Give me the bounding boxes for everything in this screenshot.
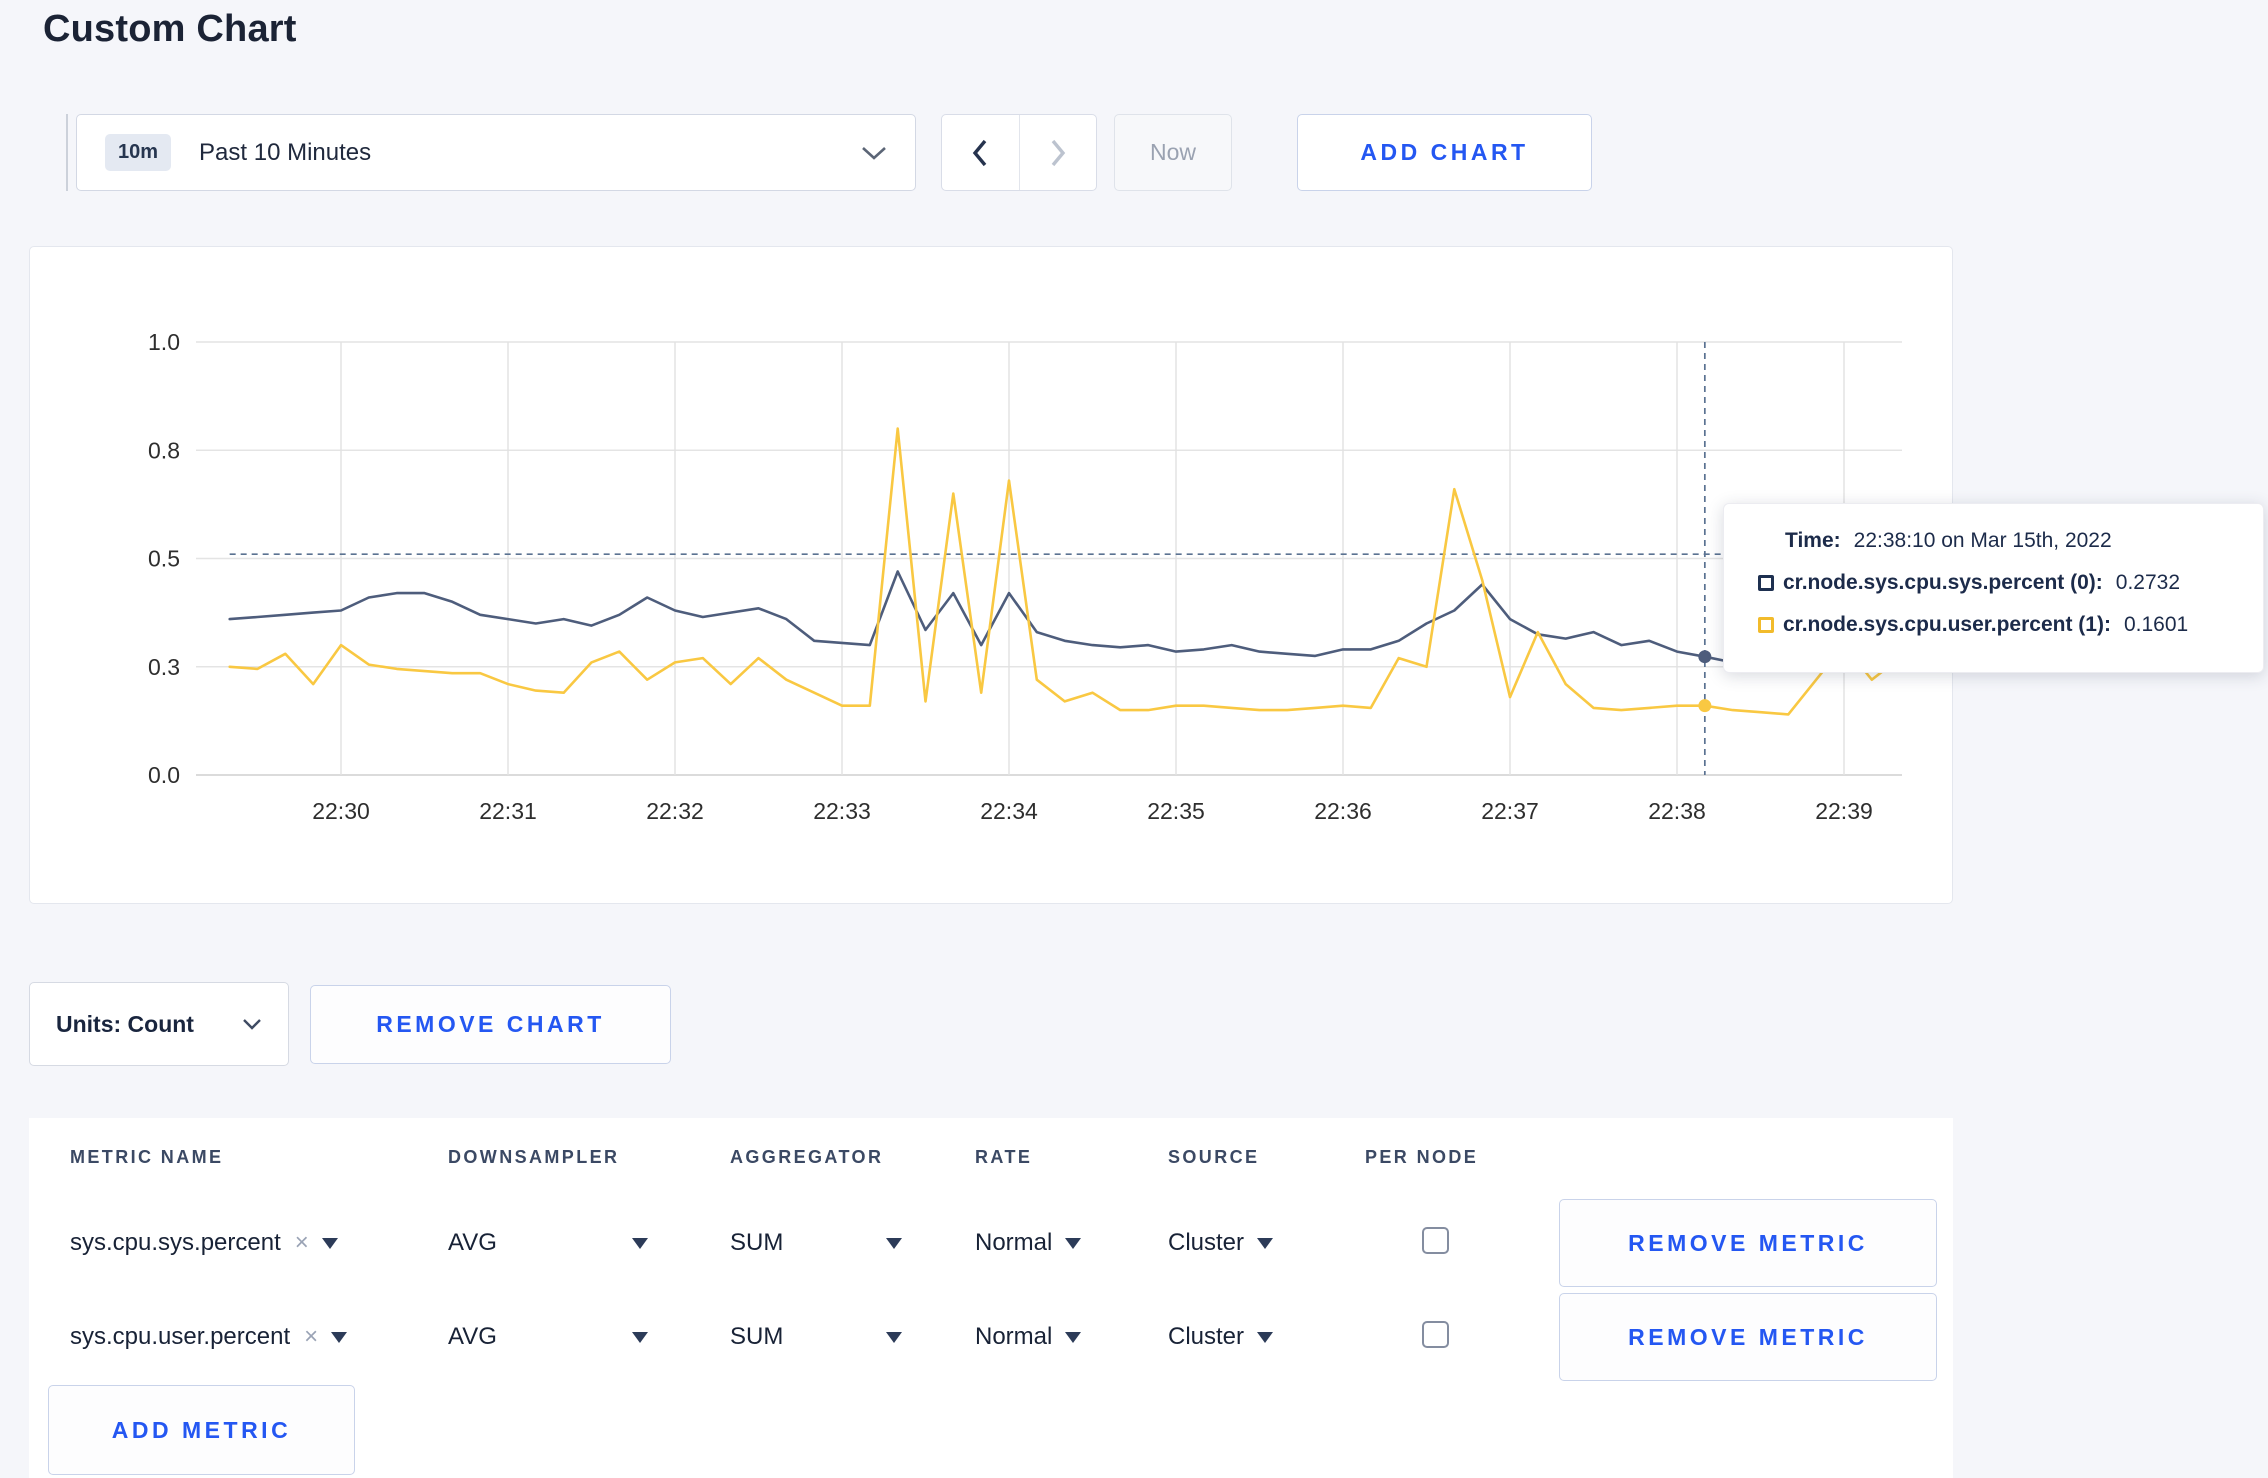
aggregator-select[interactable]: SUM xyxy=(730,1229,902,1257)
downsampler-value: AVG xyxy=(448,1323,497,1350)
page-title: Custom Chart xyxy=(43,8,297,50)
per-node-checkbox[interactable] xyxy=(1422,1321,1449,1348)
x-axis-tick-label: 22:39 xyxy=(1815,798,1873,824)
dropdown-arrow-icon xyxy=(331,1331,348,1343)
x-axis-tick-label: 22:37 xyxy=(1481,798,1539,824)
remove-chart-button[interactable]: REMOVE CHART xyxy=(310,985,671,1064)
metric-row: sys.cpu.sys.percent × AVG SUM Normal Clu… xyxy=(29,1196,1953,1290)
dropdown-arrow-icon xyxy=(632,1237,648,1249)
chart-tooltip: Time: 22:38:10 on Mar 15th, 2022 cr.node… xyxy=(1723,503,2264,673)
dropdown-arrow-icon xyxy=(321,1237,338,1249)
y-axis-tick-label: 1.0 xyxy=(148,329,180,355)
chevron-down-icon xyxy=(862,146,886,160)
tooltip-series-label: cr.node.sys.cpu.user.percent (1): xyxy=(1783,613,2111,636)
metric-row: sys.cpu.user.percent × AVG SUM Normal Cl… xyxy=(29,1290,1953,1384)
tooltip-time-value: 22:38:10 on Mar 15th, 2022 xyxy=(1853,529,2112,552)
time-range-badge: 10m xyxy=(105,134,172,171)
series-user-swatch-icon xyxy=(1758,617,1774,633)
y-axis-tick-label: 0.3 xyxy=(148,654,180,680)
metric-name-value: sys.cpu.user.percent xyxy=(70,1323,291,1350)
series-line-0 xyxy=(228,570,1901,664)
aggregator-value: SUM xyxy=(730,1229,784,1256)
units-select-label: Units: Count xyxy=(56,1010,194,1037)
remove-metric-button[interactable]: REMOVE METRIC xyxy=(1559,1199,1937,1287)
clear-metric-icon[interactable]: × xyxy=(295,1229,309,1257)
custom-chart-page: Custom Chart 10m Past 10 Minutes Now ADD… xyxy=(0,0,2268,1478)
dropdown-arrow-icon xyxy=(1257,1331,1274,1343)
chart-plot[interactable]: 0.0 0.3 0.5 0.8 1.0 22:30 22:31 22:32 22:33 22:34… xyxy=(30,247,1952,903)
prev-time-button[interactable] xyxy=(942,115,1020,190)
col-header-aggregator: AGGREGATOR xyxy=(730,1146,884,1167)
source-select[interactable]: Cluster xyxy=(1168,1229,1274,1257)
tooltip-series-row: cr.node.sys.cpu.sys.percent (0): 0.2732 xyxy=(1758,571,2263,595)
x-axis-tick-label: 22:38 xyxy=(1648,798,1706,824)
tooltip-series-label: cr.node.sys.cpu.sys.percent (0): xyxy=(1783,571,2103,594)
rate-value: Normal xyxy=(975,1323,1053,1350)
tooltip-series-row: cr.node.sys.cpu.user.percent (1): 0.1601 xyxy=(1758,613,2263,637)
x-axis-tick-label: 22:33 xyxy=(813,798,871,824)
metric-name-select[interactable]: sys.cpu.sys.percent × xyxy=(70,1229,448,1257)
y-axis-tick-label: 0.8 xyxy=(148,437,180,463)
dropdown-arrow-icon xyxy=(886,1331,902,1343)
hover-point xyxy=(1698,699,1712,713)
clear-metric-icon[interactable]: × xyxy=(304,1323,318,1351)
rate-value: Normal xyxy=(975,1229,1053,1256)
metrics-table: METRIC NAME DOWNSAMPLER AGGREGATOR RATE … xyxy=(29,1118,1953,1478)
col-header-rate: RATE xyxy=(975,1146,1033,1167)
y-axis-tick-label: 0.0 xyxy=(148,762,180,788)
tooltip-time-label: Time: xyxy=(1785,529,1841,552)
col-header-metric-name: METRIC NAME xyxy=(70,1146,224,1167)
y-axis-tick-label: 0.5 xyxy=(148,546,180,572)
x-axis-tick-label: 22:34 xyxy=(980,798,1038,824)
tooltip-time-row: Time: 22:38:10 on Mar 15th, 2022 xyxy=(1758,529,2263,553)
add-chart-button[interactable]: ADD CHART xyxy=(1297,114,1592,191)
downsampler-select[interactable]: AVG xyxy=(448,1229,648,1257)
tooltip-series-value: 0.2732 xyxy=(2115,571,2181,594)
x-axis-tick-label: 22:30 xyxy=(312,798,370,824)
x-axis-tick-label: 22:32 xyxy=(646,798,704,824)
time-range-select[interactable]: 10m Past 10 Minutes xyxy=(76,114,916,191)
dropdown-arrow-icon xyxy=(1065,1237,1082,1249)
dropdown-arrow-icon xyxy=(886,1237,902,1249)
dropdown-arrow-icon xyxy=(1257,1237,1274,1249)
units-select[interactable]: Units: Count xyxy=(29,982,289,1066)
x-axis-tick-label: 22:31 xyxy=(479,798,537,824)
time-range-label: Past 10 Minutes xyxy=(199,138,372,166)
rate-select[interactable]: Normal xyxy=(975,1229,1082,1257)
metric-name-select[interactable]: sys.cpu.user.percent × xyxy=(70,1323,448,1351)
dropdown-arrow-icon xyxy=(1065,1331,1082,1343)
toolbar-divider xyxy=(66,114,68,191)
hover-point xyxy=(1698,650,1712,664)
next-time-button[interactable] xyxy=(1020,115,1097,190)
chevron-left-icon xyxy=(973,139,987,166)
chevron-right-icon xyxy=(1051,139,1065,166)
source-value: Cluster xyxy=(1168,1323,1245,1350)
downsampler-select[interactable]: AVG xyxy=(448,1323,648,1351)
tooltip-series-value: 0.1601 xyxy=(2123,613,2189,636)
aggregator-value: SUM xyxy=(730,1323,784,1350)
metrics-table-header: METRIC NAME DOWNSAMPLER AGGREGATOR RATE … xyxy=(29,1118,1953,1196)
rate-select[interactable]: Normal xyxy=(975,1323,1082,1351)
downsampler-value: AVG xyxy=(448,1229,497,1256)
add-metric-button[interactable]: ADD METRIC xyxy=(48,1385,355,1475)
source-select[interactable]: Cluster xyxy=(1168,1323,1274,1351)
remove-metric-button[interactable]: REMOVE METRIC xyxy=(1559,1293,1937,1381)
per-node-checkbox[interactable] xyxy=(1422,1227,1449,1254)
series-sys-swatch-icon xyxy=(1758,575,1774,591)
col-header-source: SOURCE xyxy=(1168,1146,1260,1167)
chart-card: 0.0 0.3 0.5 0.8 1.0 22:30 22:31 22:32 22:33 22:34… xyxy=(29,246,1953,904)
now-button[interactable]: Now xyxy=(1114,114,1232,191)
dropdown-arrow-icon xyxy=(632,1331,648,1343)
x-axis-tick-label: 22:35 xyxy=(1147,798,1205,824)
aggregator-select[interactable]: SUM xyxy=(730,1323,902,1351)
time-pager xyxy=(941,114,1097,191)
col-header-downsampler: DOWNSAMPLER xyxy=(448,1146,620,1167)
x-axis-tick-label: 22:36 xyxy=(1314,798,1372,824)
series-line-1 xyxy=(228,427,1901,716)
chevron-down-icon xyxy=(243,1018,261,1030)
col-header-per-node: PER NODE xyxy=(1365,1146,1479,1167)
metric-name-value: sys.cpu.sys.percent xyxy=(70,1229,281,1256)
source-value: Cluster xyxy=(1168,1229,1245,1256)
